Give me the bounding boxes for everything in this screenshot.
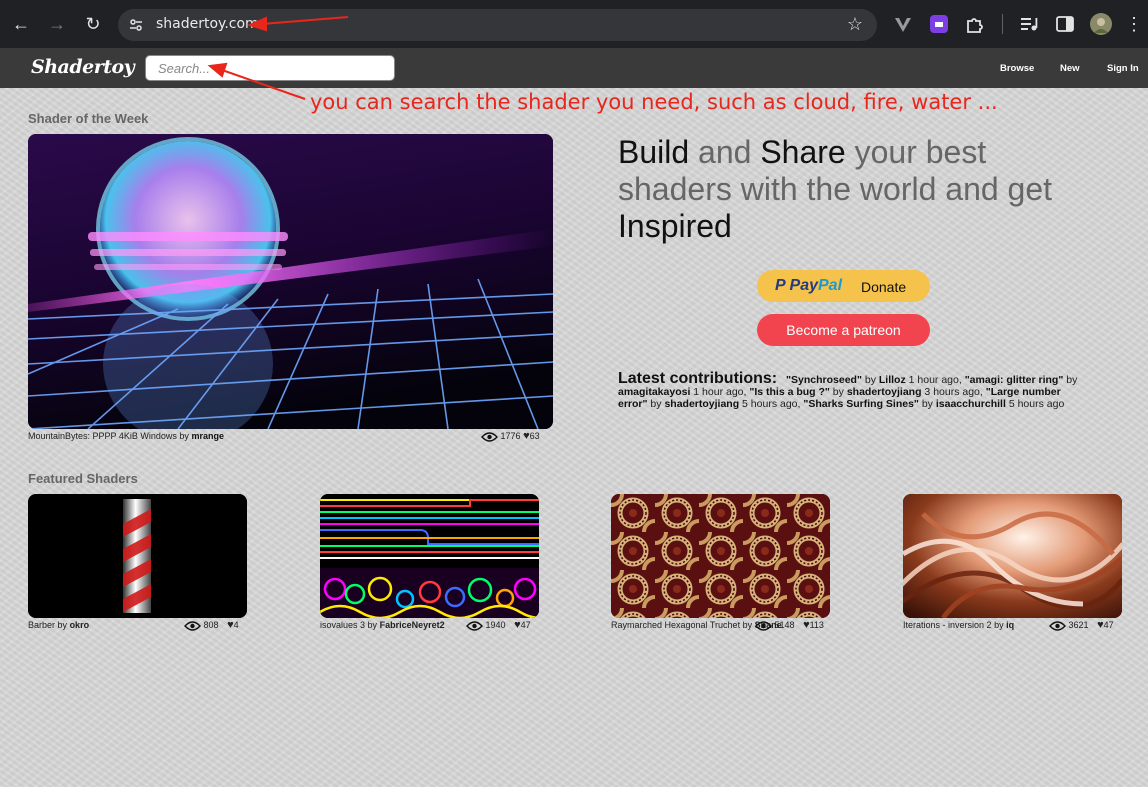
featured-author[interactable]: okro [70, 620, 90, 630]
featured-title[interactable]: Raymarched Hexagonal Truchet [611, 620, 740, 630]
views-icon [184, 620, 201, 631]
featured-shader-preview[interactable] [611, 494, 830, 618]
featured-title[interactable]: Barber [28, 620, 55, 630]
sotw-title[interactable]: MountainBytes: PPPP 4KiB Windows [28, 431, 177, 441]
paypal-donate-button[interactable]: P PayPal Donate [757, 270, 930, 302]
new-link[interactable]: New [1060, 63, 1080, 74]
profile-avatar[interactable] [1090, 13, 1112, 35]
contribution-item: "Sharks Surfing Sines" by isaacchurchill… [803, 398, 1065, 410]
featured-shader-preview[interactable] [28, 494, 247, 618]
reload-icon[interactable]: ↻ [81, 12, 105, 36]
forward-icon[interactable]: → [45, 12, 69, 36]
featured-shader-preview[interactable] [903, 494, 1122, 618]
media-controls-icon[interactable] [1019, 14, 1039, 34]
sotw-meta: MountainBytes: PPPP 4KiB Windows by mran… [28, 431, 224, 441]
hero-word-and: and [689, 134, 761, 170]
featured-by: by [57, 620, 68, 630]
views-icon [466, 620, 483, 631]
address-bar[interactable]: shadertoy.com ☆ [118, 9, 877, 41]
featured-title[interactable]: isovalues 3 [320, 620, 365, 630]
featured-by: by [994, 620, 1004, 630]
sotw-by: by [179, 431, 189, 441]
views-icon [481, 431, 498, 442]
more-menu-icon[interactable]: ⋮ [1122, 12, 1146, 36]
featured-stats: 3621 ♥47 [1049, 619, 1114, 631]
main-content: Shader of the Week MountainBytes: PPPP 4… [0, 88, 1148, 787]
shader-of-week-heading: Shader of the Week [28, 111, 149, 126]
sotw-stats: 1776 ♥63 [481, 430, 540, 442]
featured-by: by [742, 620, 753, 630]
latest-contributions: Latest contributions: "Synchroseed" by L… [618, 370, 1093, 411]
featured-meta: Raymarched Hexagonal Truchet by Shane 51… [611, 619, 830, 634]
sotw-likes: 63 [529, 431, 540, 441]
side-panel-icon[interactable] [1055, 14, 1075, 34]
annotation-text: you can search the shader you need, such… [310, 90, 998, 114]
toolbar-divider [1002, 14, 1003, 34]
url-text: shadertoy.com [156, 16, 259, 32]
featured-meta: Iterations - inversion 2 by iq 3621 ♥47 [903, 619, 1122, 634]
featured-meta: Barber by okro 808 ♥4 [28, 619, 247, 634]
search-input[interactable] [145, 55, 395, 81]
featured-shader-preview[interactable] [320, 494, 539, 618]
site-header: Shadertoy Browse New Sign In [0, 48, 1148, 88]
site-logo[interactable]: Shadertoy [31, 56, 135, 78]
featured-meta: isovalues 3 by FabriceNeyret2 1940 ♥47 [320, 619, 539, 634]
views-icon [755, 620, 772, 631]
featured-author[interactable]: FabriceNeyret2 [380, 620, 445, 630]
featured-stats: 808 ♥4 [184, 619, 239, 631]
signin-link[interactable]: Sign In [1107, 63, 1139, 74]
hero-word-share: Share [760, 134, 846, 170]
contribution-item: "Is this a bug ?" by shadertoyjiang 3 ho… [749, 386, 986, 398]
featured-author[interactable]: iq [1006, 620, 1014, 630]
sotw-author[interactable]: mrange [191, 431, 224, 441]
hero-word-inspired: Inspired [618, 208, 732, 244]
browse-link[interactable]: Browse [1000, 63, 1034, 74]
latest-title: Latest contributions: [618, 370, 778, 387]
shader-of-week-preview[interactable] [28, 134, 553, 429]
hero-word-build: Build [618, 134, 690, 170]
featured-title[interactable]: Iterations - inversion 2 [903, 620, 992, 630]
contribution-item: "Synchroseed" by Lilloz 1 hour ago, [786, 374, 965, 386]
patreon-button[interactable]: Become a patreon [757, 314, 930, 346]
sotw-views: 1776 [500, 431, 521, 441]
site-settings-icon[interactable] [128, 17, 144, 33]
back-icon[interactable]: ← [9, 12, 33, 36]
vuetify-extension-icon[interactable] [893, 14, 913, 34]
views-icon [1049, 620, 1066, 631]
extension-purple-icon[interactable] [929, 14, 949, 34]
featured-by: by [367, 620, 378, 630]
extensions-puzzle-icon[interactable] [965, 14, 985, 34]
paypal-logo: P PayPal [775, 277, 843, 294]
hero-tagline: Build and Share your best shaders with t… [618, 134, 1088, 245]
featured-stats: 5148 ♥113 [755, 619, 824, 631]
featured-heading: Featured Shaders [28, 471, 138, 486]
featured-stats: 1940 ♥47 [466, 619, 531, 631]
browser-toolbar: ← → ↻ shadertoy.com ☆ ⋮ [0, 0, 1148, 48]
donate-label: Donate [861, 279, 907, 295]
bookmark-star-icon[interactable]: ☆ [847, 14, 863, 35]
